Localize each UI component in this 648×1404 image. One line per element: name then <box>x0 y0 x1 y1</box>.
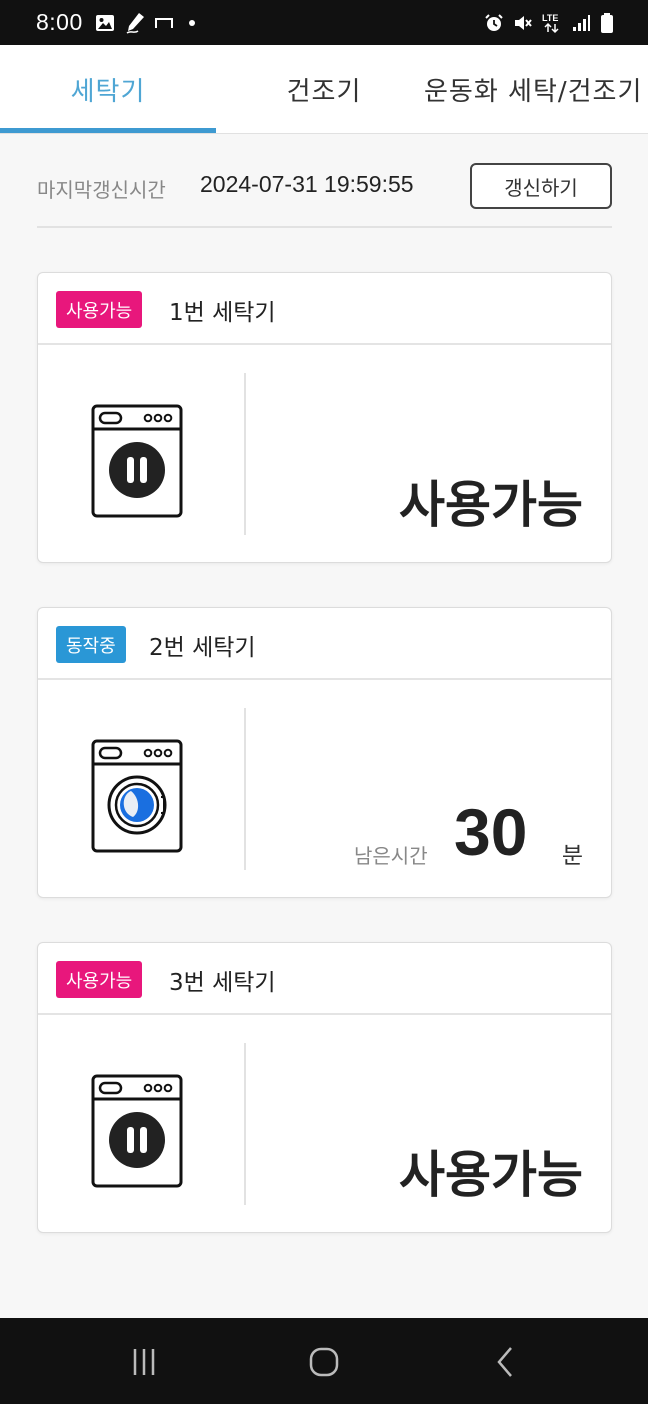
svg-text:LTE: LTE <box>542 13 558 23</box>
card-header: 동작중 2번 세탁기 <box>38 608 611 680</box>
tab-indicator <box>0 128 216 133</box>
machine-card-1[interactable]: 사용가능 1번 세탁기 사용가능 <box>37 272 612 563</box>
screen-icon <box>154 17 173 28</box>
washer-paused-icon <box>91 1074 183 1188</box>
status-badge: 사용가능 <box>56 961 143 998</box>
refresh-button[interactable]: 갱신하기 <box>470 163 612 209</box>
recent-apps-icon <box>133 1349 155 1375</box>
tab-bar: 세탁기 건조기 운동화 세탁/건조기 <box>0 45 648 134</box>
tab-dryer[interactable]: 건조기 <box>216 45 432 133</box>
machine-card-3[interactable]: 사용가능 3번 세탁기 사용가능 <box>37 942 612 1233</box>
image-icon <box>95 14 114 31</box>
last-refresh-time: 2024-07-31 19:59:55 <box>200 171 414 197</box>
machine-name: 2번 세탁기 <box>149 635 256 661</box>
home-icon <box>309 1347 339 1377</box>
remaining-time-value: 30 <box>454 795 528 869</box>
status-badge: 동작중 <box>56 626 126 663</box>
tab-washer[interactable]: 세탁기 <box>0 45 216 133</box>
home-button[interactable] <box>302 1340 346 1384</box>
card-divider <box>244 1043 246 1205</box>
battery-icon <box>601 12 613 33</box>
machine-name: 3번 세탁기 <box>169 970 276 996</box>
card-header: 사용가능 3번 세탁기 <box>38 943 611 1015</box>
refresh-row: 마지막갱신시간 2024-07-31 19:59:55 갱신하기 <box>37 160 612 228</box>
recent-apps-button[interactable] <box>122 1340 166 1384</box>
card-divider <box>244 373 246 535</box>
card-divider <box>244 708 246 870</box>
back-icon <box>497 1347 512 1377</box>
lte-icon: LTE <box>542 13 559 33</box>
remaining-time-unit: 분 <box>561 843 583 869</box>
signal-icon <box>573 14 590 31</box>
navigation-bar <box>0 1318 648 1404</box>
status-time: 8:00 <box>36 9 83 35</box>
machine-card-2[interactable]: 동작중 2번 세탁기 남은시간 30 분 <box>37 607 612 898</box>
machine-status-text: 사용가능 <box>399 476 583 534</box>
card-header: 사용가능 1번 세탁기 <box>38 273 611 345</box>
remaining-time-label: 남은시간 <box>354 844 428 868</box>
status-badge: 사용가능 <box>56 291 143 328</box>
dot-icon <box>188 19 195 26</box>
machine-status-text: 사용가능 <box>399 1146 583 1204</box>
last-refresh-label: 마지막갱신시간 <box>37 178 166 202</box>
machine-name: 1번 세탁기 <box>169 300 276 326</box>
washer-paused-icon <box>91 404 183 518</box>
status-bar: 8:00 LTE <box>0 0 648 45</box>
back-button[interactable] <box>484 1340 528 1384</box>
alarm-icon <box>485 13 503 31</box>
pen-icon <box>126 12 144 34</box>
washer-spinning-icon <box>91 739 183 853</box>
tab-sneaker[interactable]: 운동화 세탁/건조기 <box>424 45 642 133</box>
mute-icon <box>515 15 532 30</box>
